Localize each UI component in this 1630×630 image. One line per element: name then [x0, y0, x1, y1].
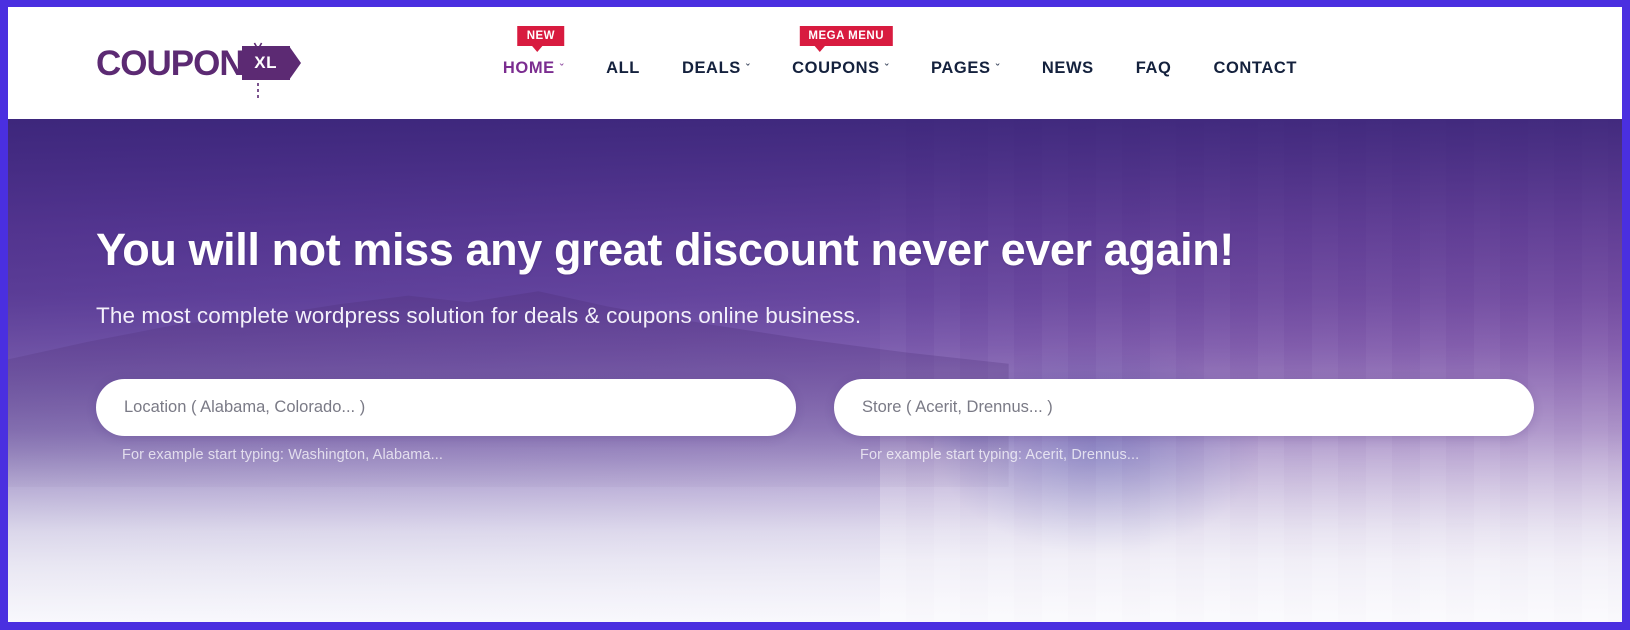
location-search-group: For example start typing: Washington, Al…	[96, 378, 796, 463]
chevron-down-icon: ˇ	[745, 62, 751, 75]
hero-subtitle: The most complete wordpress solution for…	[96, 302, 862, 328]
nav-item-coupons[interactable]: MEGA MENU COUPONS ˇ	[771, 25, 910, 78]
nav-badge-home: NEW	[517, 25, 565, 52]
nav-item-label: ALL	[606, 58, 640, 77]
hero-section: You will not miss any great discount nev…	[8, 119, 1622, 622]
nav-item-faq[interactable]: FAQ	[1115, 59, 1193, 78]
hero-content: You will not miss any great discount nev…	[8, 225, 1622, 463]
nav-item-label: FAQ	[1135, 58, 1172, 77]
location-search-hint: For example start typing: Washington, Al…	[122, 446, 443, 463]
nav-item-label: NEWS	[1041, 58, 1094, 77]
hero-search-row: For example start typing: Washington, Al…	[96, 378, 1534, 463]
nav-item-label: CONTACT	[1213, 58, 1298, 77]
nav-badge-coupons: MEGA MENU	[799, 25, 894, 52]
nav-item-label: COUPONS	[792, 58, 880, 77]
chevron-down-icon: ˇ	[995, 62, 1000, 75]
nav-item-news[interactable]: NEWS	[1021, 59, 1115, 78]
nav-item-home[interactable]: NEW HOME ˇ	[482, 25, 585, 78]
page-root: COUPON XL NEW HOME ˇ ALL DEALS ˇ MEGA MENU COUP…	[0, 0, 1630, 630]
store-search-group: For example start typing: Acerit, Drennu…	[834, 378, 1534, 463]
nav-item-all[interactable]: ALL	[585, 59, 661, 78]
store-search-input[interactable]	[834, 378, 1534, 436]
location-search-input[interactable]	[96, 378, 796, 436]
nav-item-contact[interactable]: CONTACT	[1192, 59, 1318, 78]
hero-title: You will not miss any great discount nev…	[96, 224, 1234, 275]
chevron-down-icon: ˇ	[559, 62, 565, 75]
nav-item-deals[interactable]: DEALS ˇ	[661, 59, 771, 78]
nav-item-label: DEALS	[681, 58, 741, 77]
main-navigation: NEW HOME ˇ ALL DEALS ˇ MEGA MENU COUPONS ˇ PAGES ˇ…	[8, 7, 1622, 119]
store-search-hint: For example start typing: Acerit, Drennu…	[860, 446, 1140, 463]
nav-item-label: HOME	[502, 58, 555, 77]
chevron-down-icon: ˇ	[884, 62, 890, 75]
site-header: COUPON XL NEW HOME ˇ ALL DEALS ˇ MEGA MENU COUP…	[8, 7, 1622, 119]
nav-item-label: PAGES	[931, 58, 991, 77]
nav-item-pages[interactable]: PAGES ˇ	[910, 59, 1021, 78]
site-frame: COUPON XL NEW HOME ˇ ALL DEALS ˇ MEGA MENU COUP…	[8, 7, 1622, 622]
